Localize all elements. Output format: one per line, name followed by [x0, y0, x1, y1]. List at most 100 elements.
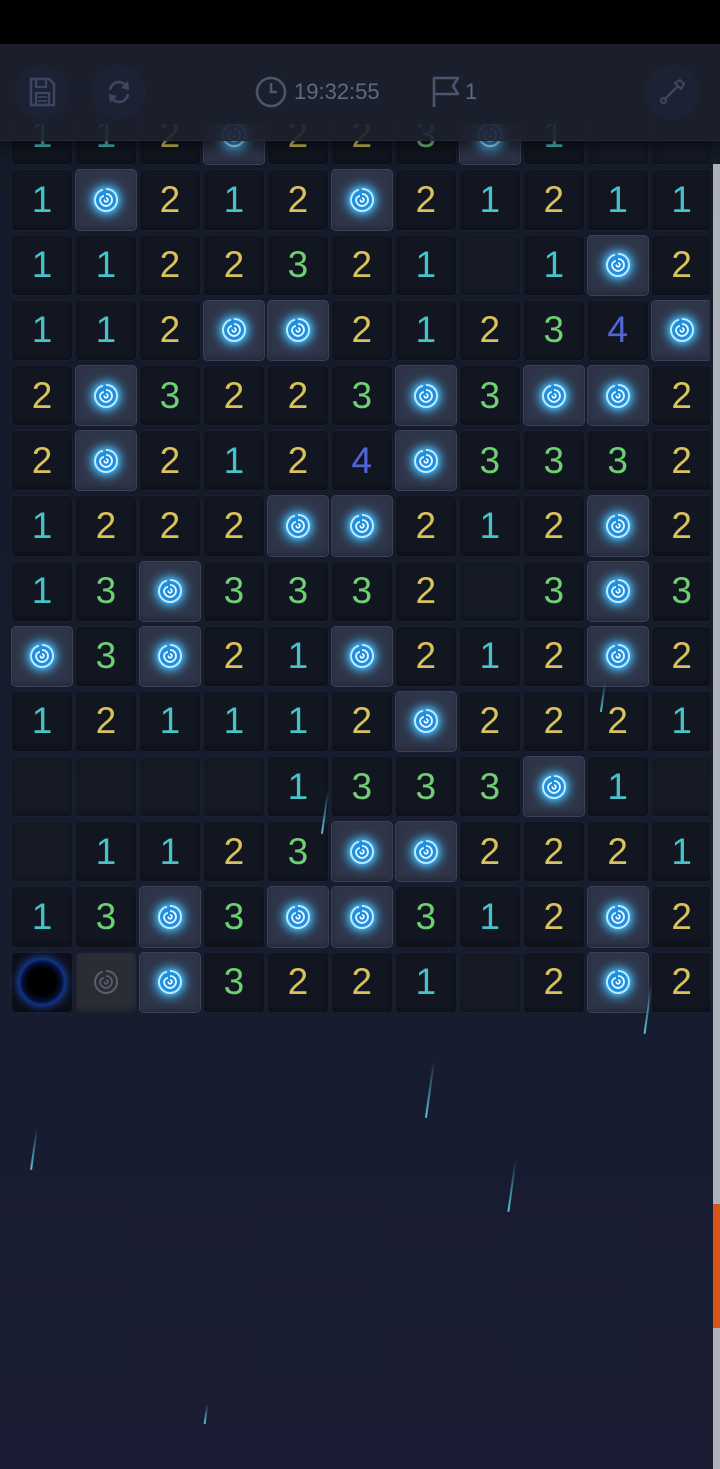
number-cell[interactable]: 1 — [203, 169, 265, 231]
mine-cell[interactable] — [139, 951, 201, 1013]
number-cell[interactable]: 1 — [267, 756, 329, 818]
number-cell[interactable]: 3 — [458, 430, 521, 492]
mine-cell[interactable] — [267, 886, 329, 948]
number-cell[interactable]: 3 — [267, 560, 329, 622]
mine-cell[interactable] — [586, 234, 649, 296]
mine-cell[interactable] — [586, 625, 649, 687]
number-cell[interactable]: 2 — [522, 690, 585, 753]
number-cell[interactable]: 1 — [11, 690, 73, 753]
number-cell[interactable]: 2 — [331, 299, 393, 361]
number-cell[interactable]: 1 — [139, 690, 201, 753]
empty-cell[interactable] — [458, 234, 521, 296]
empty-cell[interactable] — [11, 756, 73, 818]
number-cell[interactable]: 1 — [586, 169, 649, 231]
number-cell[interactable]: 1 — [522, 234, 585, 296]
scrollbar-thumb[interactable] — [713, 1204, 720, 1328]
number-cell[interactable]: 1 — [458, 169, 521, 231]
number-cell[interactable]: 3 — [522, 430, 585, 492]
number-cell[interactable]: 2 — [267, 169, 329, 231]
number-cell[interactable]: 1 — [11, 234, 73, 296]
number-cell[interactable]: 3 — [522, 560, 585, 622]
number-cell[interactable]: 2 — [11, 364, 73, 427]
mine-cell[interactable] — [203, 299, 265, 361]
mine-cell[interactable] — [395, 821, 457, 883]
number-cell[interactable]: 2 — [203, 821, 265, 883]
number-cell[interactable]: 3 — [75, 625, 137, 687]
number-cell[interactable]: 1 — [650, 690, 710, 753]
number-cell[interactable]: 2 — [458, 821, 521, 883]
number-cell[interactable]: 2 — [586, 821, 649, 883]
number-cell[interactable]: 3 — [75, 560, 137, 622]
mine-cell[interactable] — [586, 951, 649, 1013]
hole-cell[interactable] — [11, 951, 73, 1013]
mine-cell[interactable] — [11, 625, 73, 687]
number-cell[interactable]: 2 — [522, 951, 585, 1013]
number-cell[interactable]: 1 — [203, 690, 265, 753]
number-cell[interactable]: 3 — [458, 756, 521, 818]
number-cell[interactable]: 1 — [458, 625, 521, 687]
number-cell[interactable]: 1 — [458, 886, 521, 948]
mine-cell[interactable] — [586, 495, 649, 557]
number-cell[interactable]: 1 — [75, 234, 137, 296]
number-cell[interactable]: 3 — [395, 886, 457, 948]
number-cell[interactable]: 1 — [203, 430, 265, 492]
number-cell[interactable]: 2 — [522, 169, 585, 231]
number-cell[interactable]: 2 — [458, 299, 521, 361]
empty-cell[interactable] — [75, 756, 137, 818]
restart-button[interactable] — [92, 65, 146, 119]
number-cell[interactable]: 4 — [586, 299, 649, 361]
mine-cell[interactable] — [522, 756, 585, 818]
mine-cell[interactable] — [331, 886, 393, 948]
mine-cell[interactable] — [267, 495, 329, 557]
number-cell[interactable]: 1 — [395, 234, 457, 296]
mine-cell[interactable] — [395, 690, 457, 753]
empty-cell[interactable] — [458, 560, 521, 622]
number-cell[interactable]: 2 — [650, 234, 710, 296]
number-cell[interactable]: 2 — [395, 169, 457, 231]
number-cell[interactable]: 1 — [395, 951, 457, 1013]
number-cell[interactable]: 2 — [522, 495, 585, 557]
mine-cell[interactable] — [267, 299, 329, 361]
number-cell[interactable]: 2 — [11, 430, 73, 492]
number-cell[interactable]: 2 — [139, 299, 201, 361]
mine-cell[interactable] — [139, 886, 201, 948]
mine-cell[interactable] — [331, 169, 393, 231]
number-cell[interactable]: 3 — [75, 886, 137, 948]
number-cell[interactable]: 2 — [139, 169, 201, 231]
mine-cell[interactable] — [586, 364, 649, 427]
empty-cell[interactable] — [650, 756, 710, 818]
number-cell[interactable]: 2 — [75, 495, 137, 557]
number-cell[interactable]: 2 — [331, 690, 393, 753]
mine-cell[interactable] — [139, 560, 201, 622]
mine-cell-dim[interactable] — [75, 951, 137, 1013]
number-cell[interactable]: 2 — [650, 364, 710, 427]
number-cell[interactable]: 1 — [75, 821, 137, 883]
number-cell[interactable]: 2 — [522, 886, 585, 948]
number-cell[interactable]: 2 — [331, 234, 393, 296]
mine-cell[interactable] — [331, 821, 393, 883]
empty-cell[interactable] — [203, 756, 265, 818]
number-cell[interactable]: 1 — [267, 690, 329, 753]
number-cell[interactable]: 2 — [75, 690, 137, 753]
number-cell[interactable]: 2 — [139, 495, 201, 557]
number-cell[interactable]: 3 — [267, 821, 329, 883]
number-cell[interactable]: 2 — [395, 625, 457, 687]
number-cell[interactable]: 3 — [331, 364, 393, 427]
number-cell[interactable]: 3 — [139, 364, 201, 427]
number-cell[interactable]: 3 — [203, 886, 265, 948]
number-cell[interactable]: 2 — [650, 495, 710, 557]
save-button[interactable] — [15, 65, 69, 119]
number-cell[interactable]: 3 — [331, 560, 393, 622]
number-cell[interactable]: 3 — [586, 430, 649, 492]
number-cell[interactable]: 2 — [522, 821, 585, 883]
mine-cell[interactable] — [331, 625, 393, 687]
number-cell[interactable]: 1 — [11, 169, 73, 231]
number-cell[interactable]: 1 — [75, 299, 137, 361]
number-cell[interactable]: 2 — [331, 951, 393, 1013]
empty-cell[interactable] — [458, 951, 521, 1013]
number-cell[interactable]: 1 — [395, 299, 457, 361]
number-cell[interactable]: 1 — [11, 560, 73, 622]
number-cell[interactable]: 1 — [650, 169, 710, 231]
number-cell[interactable]: 2 — [203, 625, 265, 687]
empty-cell[interactable] — [139, 756, 201, 818]
